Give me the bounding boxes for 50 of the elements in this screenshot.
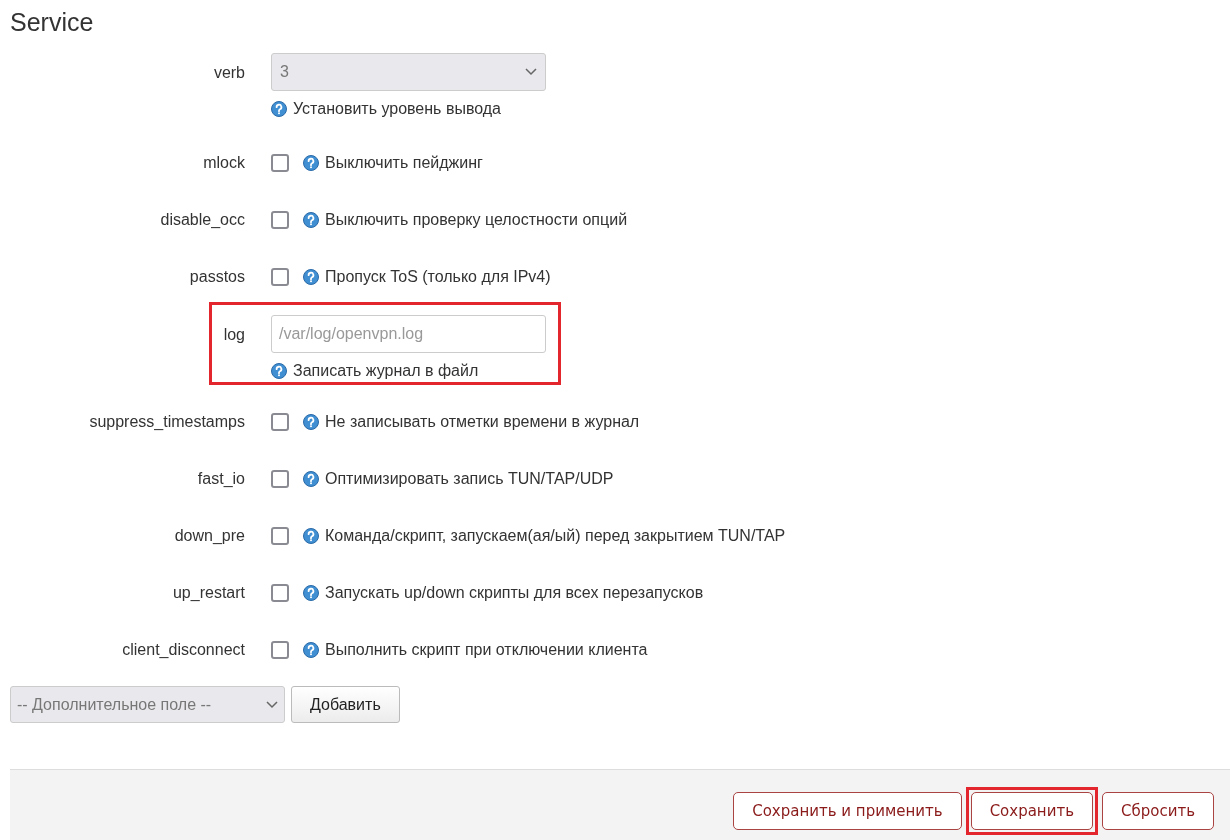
help-icon <box>303 268 319 285</box>
log-file-field[interactable]: /var/log/openvpn.log <box>271 315 546 353</box>
help-icon <box>303 154 319 171</box>
select-value: 3 <box>280 62 289 82</box>
checkbox[interactable] <box>271 267 289 286</box>
form-button[interactable]: Сохранить и применить <box>733 792 962 830</box>
help-icon <box>303 413 319 430</box>
checkbox[interactable] <box>271 469 289 488</box>
help-icon <box>271 363 287 379</box>
select-field[interactable]: 3 <box>271 53 546 91</box>
help-text: Установить уровень вывода <box>293 99 501 119</box>
option-label: verb <box>213 63 245 83</box>
help-icon <box>303 584 319 601</box>
help-text: Выключить проверку целостности опций <box>325 209 628 230</box>
help-icon <box>303 527 319 544</box>
checkbox[interactable] <box>271 583 289 602</box>
option-label: client_disconnect <box>122 639 245 660</box>
section-title: Service <box>9 7 95 38</box>
option-label: suppress_timestamps <box>89 411 245 432</box>
option-label: up_restart <box>172 582 245 603</box>
help-icon <box>303 211 319 228</box>
help-text: Команда/скрипт, запускаем(ая/ый) перед закрытием TUN/TAP <box>325 525 786 546</box>
checkbox[interactable] <box>271 153 289 172</box>
checkbox[interactable] <box>271 210 289 229</box>
option-label: fast_io <box>197 468 245 489</box>
option-label: passtos <box>189 266 245 287</box>
add-button[interactable]: Добавить <box>291 686 400 723</box>
help-text: Пропуск ToS (только для IPv4) <box>325 266 551 287</box>
help-text: Запускать up/down скрипты для всех перезапусков <box>325 582 704 603</box>
form-button[interactable]: Сбросить <box>1102 792 1214 830</box>
checkbox[interactable] <box>271 640 289 659</box>
help-text: Выполнить скрипт при отключении клиента <box>325 639 648 660</box>
option-label: log <box>223 325 245 345</box>
help-text: Записать журнал в файл <box>293 361 479 381</box>
help-text: Не записывать отметки времени в журнал <box>325 411 640 432</box>
checkbox[interactable] <box>271 412 289 431</box>
checkbox[interactable] <box>271 526 289 545</box>
option-label: down_pre <box>174 525 245 546</box>
help-icon <box>271 101 287 117</box>
help-icon <box>303 470 319 487</box>
help-text: Оптимизировать запись TUN/TAP/UDP <box>325 468 614 489</box>
help-icon <box>303 641 319 658</box>
form-button[interactable]: Сохранить <box>970 792 1093 830</box>
chevron-down-icon <box>266 700 278 709</box>
extra-field-select[interactable]: -- Дополнительное поле -- <box>10 686 285 723</box>
select-value: -- Дополнительное поле -- <box>17 694 212 715</box>
option-label: mlock <box>203 152 245 173</box>
chevron-down-icon <box>525 68 537 76</box>
help-text: Выключить пейджинг <box>325 152 483 173</box>
option-label: disable_occ <box>160 209 245 230</box>
